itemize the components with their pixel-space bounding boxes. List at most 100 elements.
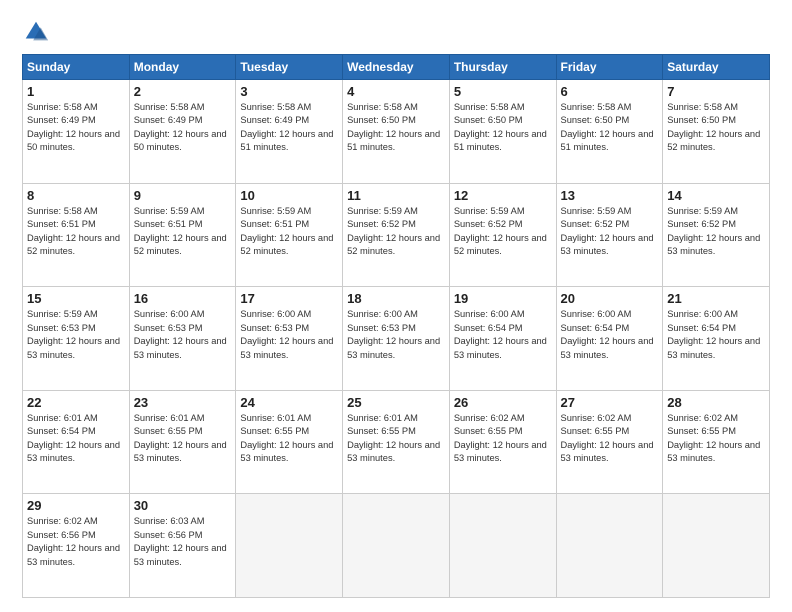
day-cell: 3 Sunrise: 5:58 AMSunset: 6:49 PMDayligh… (236, 80, 343, 184)
logo-icon (22, 18, 50, 46)
day-number: 23 (134, 395, 232, 410)
day-header-friday: Friday (556, 55, 663, 80)
day-cell (663, 494, 770, 598)
day-info: Sunrise: 6:00 AMSunset: 6:53 PMDaylight:… (134, 308, 232, 362)
week-row-2: 8 Sunrise: 5:58 AMSunset: 6:51 PMDayligh… (23, 183, 770, 287)
day-cell: 27 Sunrise: 6:02 AMSunset: 6:55 PMDaylig… (556, 390, 663, 494)
day-cell: 13 Sunrise: 5:59 AMSunset: 6:52 PMDaylig… (556, 183, 663, 287)
day-number: 11 (347, 188, 445, 203)
day-header-tuesday: Tuesday (236, 55, 343, 80)
day-info: Sunrise: 5:59 AMSunset: 6:52 PMDaylight:… (347, 205, 445, 259)
calendar-header: SundayMondayTuesdayWednesdayThursdayFrid… (23, 55, 770, 80)
day-info: Sunrise: 5:58 AMSunset: 6:51 PMDaylight:… (27, 205, 125, 259)
day-cell: 4 Sunrise: 5:58 AMSunset: 6:50 PMDayligh… (343, 80, 450, 184)
day-cell: 18 Sunrise: 6:00 AMSunset: 6:53 PMDaylig… (343, 287, 450, 391)
day-cell: 30 Sunrise: 6:03 AMSunset: 6:56 PMDaylig… (129, 494, 236, 598)
logo (22, 18, 54, 46)
day-header-saturday: Saturday (663, 55, 770, 80)
day-info: Sunrise: 5:58 AMSunset: 6:50 PMDaylight:… (347, 101, 445, 155)
day-cell: 5 Sunrise: 5:58 AMSunset: 6:50 PMDayligh… (449, 80, 556, 184)
day-info: Sunrise: 6:01 AMSunset: 6:54 PMDaylight:… (27, 412, 125, 466)
day-info: Sunrise: 6:02 AMSunset: 6:56 PMDaylight:… (27, 515, 125, 569)
day-cell: 25 Sunrise: 6:01 AMSunset: 6:55 PMDaylig… (343, 390, 450, 494)
day-number: 5 (454, 84, 552, 99)
day-number: 26 (454, 395, 552, 410)
day-info: Sunrise: 6:02 AMSunset: 6:55 PMDaylight:… (561, 412, 659, 466)
day-info: Sunrise: 6:02 AMSunset: 6:55 PMDaylight:… (667, 412, 765, 466)
day-cell: 6 Sunrise: 5:58 AMSunset: 6:50 PMDayligh… (556, 80, 663, 184)
day-info: Sunrise: 5:58 AMSunset: 6:50 PMDaylight:… (667, 101, 765, 155)
day-cell: 12 Sunrise: 5:59 AMSunset: 6:52 PMDaylig… (449, 183, 556, 287)
day-cell (343, 494, 450, 598)
day-cell: 16 Sunrise: 6:00 AMSunset: 6:53 PMDaylig… (129, 287, 236, 391)
day-info: Sunrise: 5:58 AMSunset: 6:49 PMDaylight:… (134, 101, 232, 155)
day-info: Sunrise: 5:59 AMSunset: 6:52 PMDaylight:… (454, 205, 552, 259)
day-cell: 24 Sunrise: 6:01 AMSunset: 6:55 PMDaylig… (236, 390, 343, 494)
week-row-5: 29 Sunrise: 6:02 AMSunset: 6:56 PMDaylig… (23, 494, 770, 598)
day-number: 7 (667, 84, 765, 99)
day-number: 25 (347, 395, 445, 410)
calendar: SundayMondayTuesdayWednesdayThursdayFrid… (22, 54, 770, 598)
day-cell: 21 Sunrise: 6:00 AMSunset: 6:54 PMDaylig… (663, 287, 770, 391)
header (22, 18, 770, 46)
day-number: 20 (561, 291, 659, 306)
day-cell: 15 Sunrise: 5:59 AMSunset: 6:53 PMDaylig… (23, 287, 130, 391)
day-cell: 19 Sunrise: 6:00 AMSunset: 6:54 PMDaylig… (449, 287, 556, 391)
week-row-3: 15 Sunrise: 5:59 AMSunset: 6:53 PMDaylig… (23, 287, 770, 391)
day-cell (556, 494, 663, 598)
day-cell: 29 Sunrise: 6:02 AMSunset: 6:56 PMDaylig… (23, 494, 130, 598)
day-info: Sunrise: 5:59 AMSunset: 6:51 PMDaylight:… (134, 205, 232, 259)
day-info: Sunrise: 6:00 AMSunset: 6:54 PMDaylight:… (454, 308, 552, 362)
day-info: Sunrise: 5:59 AMSunset: 6:53 PMDaylight:… (27, 308, 125, 362)
day-info: Sunrise: 6:03 AMSunset: 6:56 PMDaylight:… (134, 515, 232, 569)
day-info: Sunrise: 6:01 AMSunset: 6:55 PMDaylight:… (347, 412, 445, 466)
day-number: 8 (27, 188, 125, 203)
day-header-thursday: Thursday (449, 55, 556, 80)
day-cell: 11 Sunrise: 5:59 AMSunset: 6:52 PMDaylig… (343, 183, 450, 287)
day-header-monday: Monday (129, 55, 236, 80)
day-number: 24 (240, 395, 338, 410)
day-cell: 17 Sunrise: 6:00 AMSunset: 6:53 PMDaylig… (236, 287, 343, 391)
day-number: 30 (134, 498, 232, 513)
day-number: 29 (27, 498, 125, 513)
day-cell: 1 Sunrise: 5:58 AMSunset: 6:49 PMDayligh… (23, 80, 130, 184)
day-info: Sunrise: 6:01 AMSunset: 6:55 PMDaylight:… (134, 412, 232, 466)
day-cell: 14 Sunrise: 5:59 AMSunset: 6:52 PMDaylig… (663, 183, 770, 287)
day-info: Sunrise: 5:58 AMSunset: 6:49 PMDaylight:… (27, 101, 125, 155)
day-number: 22 (27, 395, 125, 410)
day-number: 4 (347, 84, 445, 99)
week-row-4: 22 Sunrise: 6:01 AMSunset: 6:54 PMDaylig… (23, 390, 770, 494)
day-info: Sunrise: 6:00 AMSunset: 6:54 PMDaylight:… (667, 308, 765, 362)
day-cell: 7 Sunrise: 5:58 AMSunset: 6:50 PMDayligh… (663, 80, 770, 184)
day-number: 16 (134, 291, 232, 306)
day-cell: 20 Sunrise: 6:00 AMSunset: 6:54 PMDaylig… (556, 287, 663, 391)
page: SundayMondayTuesdayWednesdayThursdayFrid… (0, 0, 792, 612)
day-cell: 10 Sunrise: 5:59 AMSunset: 6:51 PMDaylig… (236, 183, 343, 287)
day-info: Sunrise: 5:58 AMSunset: 6:50 PMDaylight:… (561, 101, 659, 155)
day-header-sunday: Sunday (23, 55, 130, 80)
day-cell (236, 494, 343, 598)
day-info: Sunrise: 5:59 AMSunset: 6:52 PMDaylight:… (667, 205, 765, 259)
day-info: Sunrise: 6:01 AMSunset: 6:55 PMDaylight:… (240, 412, 338, 466)
day-info: Sunrise: 6:02 AMSunset: 6:55 PMDaylight:… (454, 412, 552, 466)
day-cell: 8 Sunrise: 5:58 AMSunset: 6:51 PMDayligh… (23, 183, 130, 287)
day-info: Sunrise: 5:58 AMSunset: 6:50 PMDaylight:… (454, 101, 552, 155)
day-info: Sunrise: 5:59 AMSunset: 6:52 PMDaylight:… (561, 205, 659, 259)
day-cell: 28 Sunrise: 6:02 AMSunset: 6:55 PMDaylig… (663, 390, 770, 494)
day-number: 13 (561, 188, 659, 203)
week-row-1: 1 Sunrise: 5:58 AMSunset: 6:49 PMDayligh… (23, 80, 770, 184)
day-number: 15 (27, 291, 125, 306)
day-info: Sunrise: 5:59 AMSunset: 6:51 PMDaylight:… (240, 205, 338, 259)
day-info: Sunrise: 5:58 AMSunset: 6:49 PMDaylight:… (240, 101, 338, 155)
day-number: 17 (240, 291, 338, 306)
day-number: 3 (240, 84, 338, 99)
day-info: Sunrise: 6:00 AMSunset: 6:53 PMDaylight:… (347, 308, 445, 362)
day-header-wednesday: Wednesday (343, 55, 450, 80)
day-number: 12 (454, 188, 552, 203)
day-number: 10 (240, 188, 338, 203)
day-number: 14 (667, 188, 765, 203)
day-cell: 2 Sunrise: 5:58 AMSunset: 6:49 PMDayligh… (129, 80, 236, 184)
day-number: 1 (27, 84, 125, 99)
day-number: 19 (454, 291, 552, 306)
day-info: Sunrise: 6:00 AMSunset: 6:53 PMDaylight:… (240, 308, 338, 362)
